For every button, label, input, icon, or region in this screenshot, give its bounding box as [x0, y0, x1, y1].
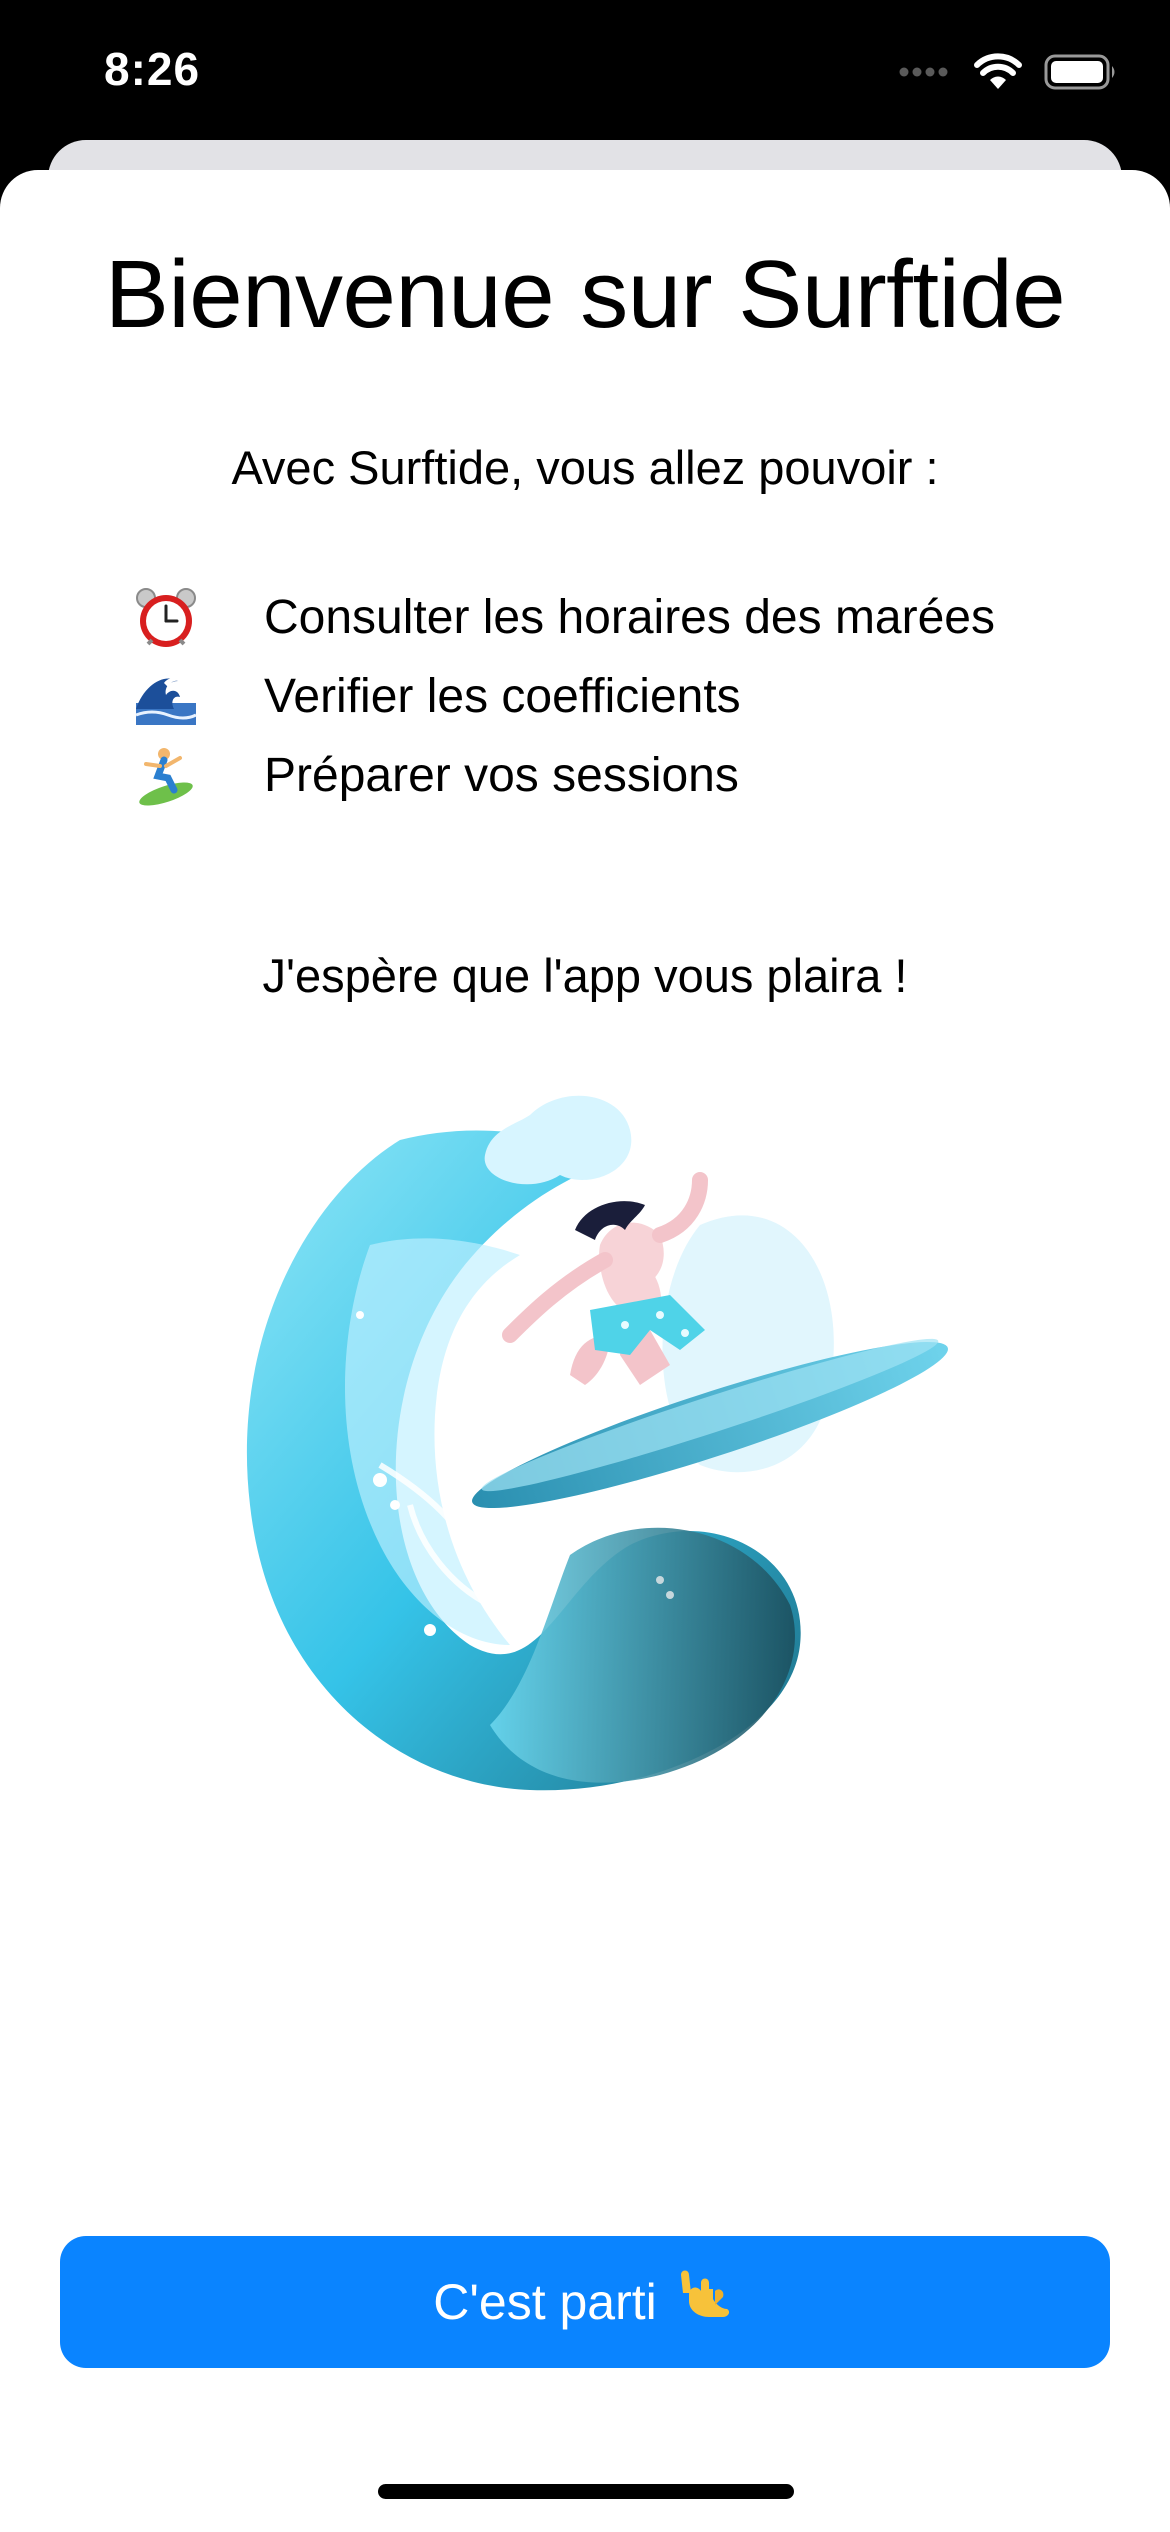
- feature-label: Verifier les coefficients: [264, 670, 741, 723]
- alarm-clock-icon: [134, 583, 264, 653]
- feature-label: Préparer vos sessions: [264, 749, 739, 802]
- cellular-icon: [899, 67, 948, 77]
- wave-icon: [134, 662, 264, 732]
- battery-icon: [1044, 54, 1115, 90]
- feature-item-tide-times: Consulter les horaires des marées: [134, 578, 1084, 657]
- status-icons: [898, 52, 1118, 92]
- call-me-hand-icon: [675, 2265, 737, 2339]
- page-title: Bienvenue sur Surftide: [104, 241, 1066, 348]
- outro-text: J'espère que l'app vous plaira !: [262, 949, 908, 1002]
- intro-text: Avec Surftide, vous allez pouvoir :: [231, 441, 939, 494]
- surfer-illustration: [230, 1085, 950, 1845]
- surfer-icon: [134, 741, 264, 811]
- home-indicator: [378, 2484, 794, 2499]
- feature-label: Consulter les horaires des marées: [264, 591, 995, 644]
- status-bar: 8:26: [0, 0, 1170, 140]
- feature-item-sessions: Préparer vos sessions: [134, 736, 1084, 815]
- wifi-icon: [974, 53, 1022, 89]
- start-button[interactable]: C'est parti: [60, 2236, 1110, 2368]
- feature-item-coefficients: Verifier les coefficients: [134, 657, 1084, 736]
- feature-list: Consulter les horaires des marées Verifi…: [134, 578, 1084, 815]
- status-time: 8:26: [104, 43, 201, 95]
- start-button-label: C'est parti: [433, 2274, 657, 2330]
